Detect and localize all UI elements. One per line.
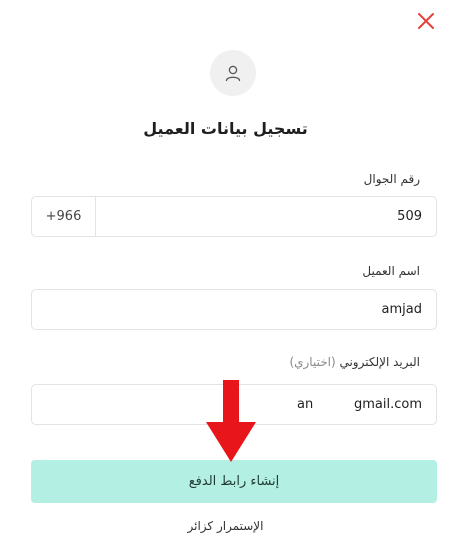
name-field[interactable]: amjad <box>31 289 437 330</box>
optional-label: (اختياري) <box>289 355 336 369</box>
name-input[interactable]: amjad <box>382 290 422 329</box>
dialog-title: تسجيل بيانات العميل <box>143 119 308 138</box>
phone-field[interactable]: +966 509 <box>31 196 437 237</box>
avatar <box>210 50 256 96</box>
name-label: اسم العميل <box>362 264 420 278</box>
customer-registration-dialog: تسجيل بيانات العميل رقم الجوال +966 509 … <box>0 0 451 547</box>
close-icon <box>418 13 434 29</box>
phone-input[interactable]: 509 <box>397 197 422 236</box>
email-input-domain[interactable]: gmail.com <box>354 385 422 424</box>
email-label: البريد الإلكتروني <box>339 355 420 369</box>
close-button[interactable] <box>415 10 437 32</box>
email-field[interactable]: an gmail.com <box>31 384 437 425</box>
email-input-local[interactable]: an <box>297 385 313 424</box>
continue-as-guest-link[interactable]: الإستمرار كزائر <box>0 519 451 533</box>
email-label-row: البريد الإلكتروني (اختياري) <box>289 355 420 369</box>
country-code[interactable]: +966 <box>32 197 96 236</box>
phone-label: رقم الجوال <box>363 172 420 186</box>
create-payment-link-button[interactable]: إنشاء رابط الدفع <box>31 460 437 503</box>
user-icon <box>225 65 241 82</box>
